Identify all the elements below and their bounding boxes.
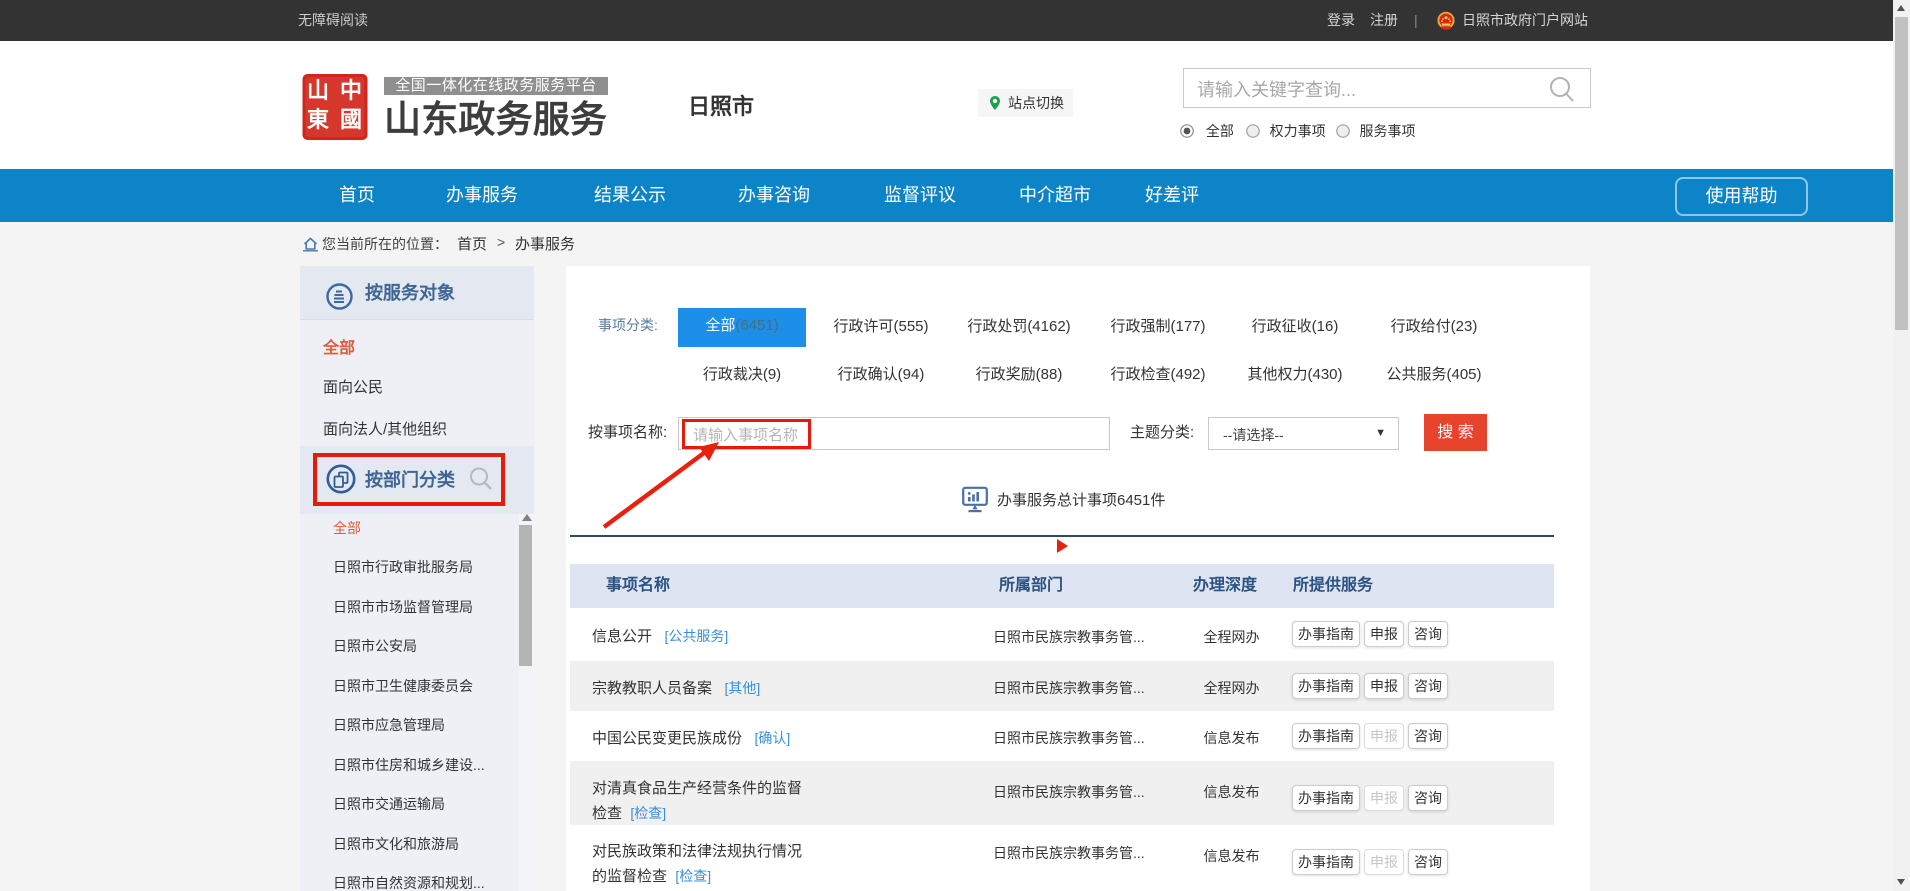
svg-text:國: 國 xyxy=(340,107,362,132)
svg-text:東: 東 xyxy=(307,107,329,132)
svg-text:中: 中 xyxy=(340,78,362,103)
svg-text:山: 山 xyxy=(307,78,329,103)
